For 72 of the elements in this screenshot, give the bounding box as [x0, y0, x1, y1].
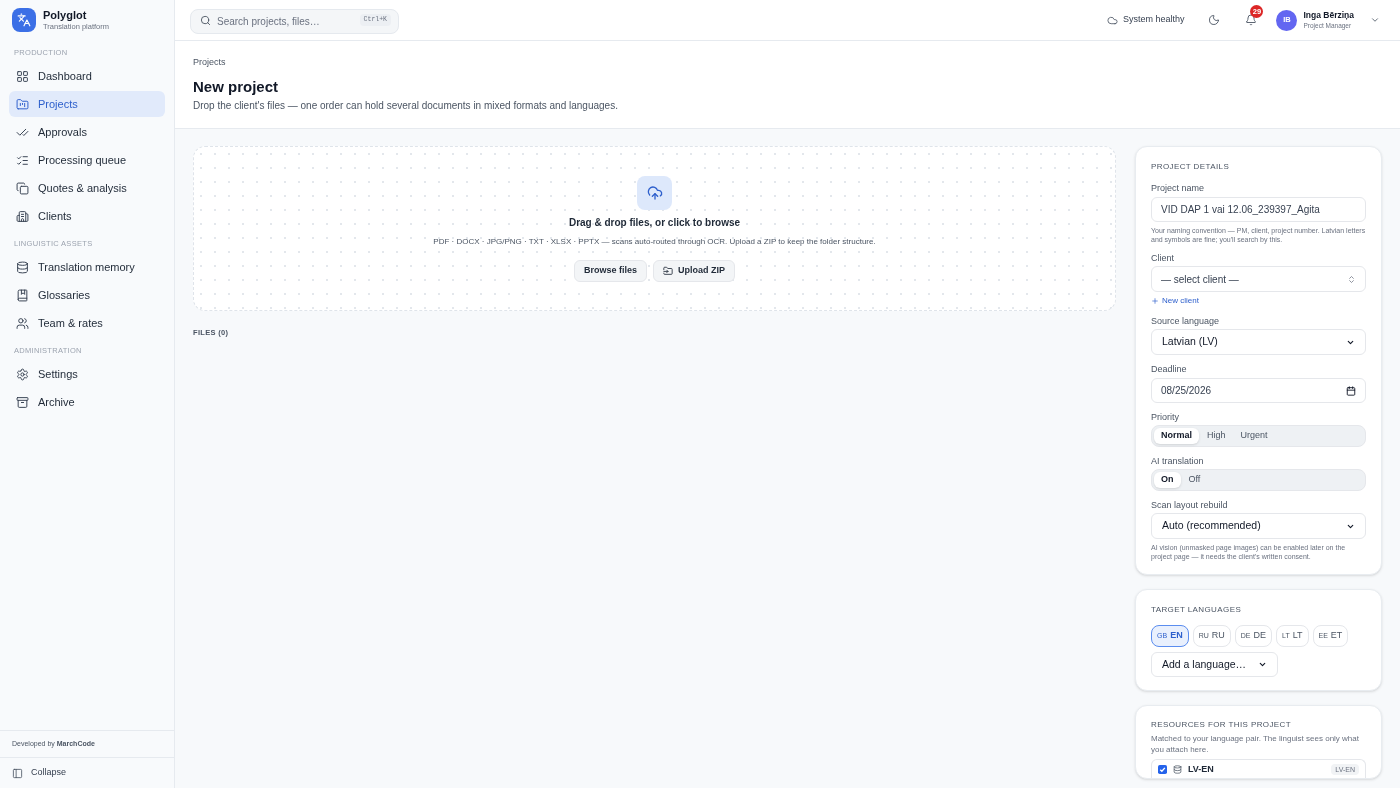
page-title: New project — [193, 77, 280, 97]
sidebar-item[interactable]: Processing queue — [9, 147, 165, 173]
dropdown-select[interactable]: Auto (recommended) — [1151, 513, 1366, 539]
breadcrumb[interactable]: Projects — [193, 56, 1382, 68]
search-icon — [200, 14, 211, 26]
building-icon — [16, 209, 29, 223]
folder-icon — [663, 266, 673, 276]
dropdown-select[interactable]: Latvian (LV) — [1151, 329, 1366, 355]
resources-description: Matched to your language pair. The linguist sees only what you attach here. — [1151, 733, 1360, 755]
grid-icon — [16, 69, 29, 83]
user-name: Inga Bērziņa — [1303, 10, 1354, 21]
sidebar-item[interactable]: Dashboard — [9, 63, 165, 89]
checklist-icon — [16, 153, 29, 167]
sidebar-item[interactable]: Settings — [9, 361, 165, 387]
client-select[interactable]: — select client — — [1151, 266, 1366, 292]
field-label: Project name — [1151, 182, 1206, 194]
database-icon — [16, 260, 29, 274]
card-heading: PROJECT DETAILS — [1151, 162, 1231, 172]
sidebar-item[interactable]: Archive — [9, 389, 165, 415]
date-input[interactable]: 08/25/2026 — [1151, 378, 1366, 403]
field-label: Deadline — [1151, 363, 1188, 375]
segment-option[interactable]: Normal — [1154, 428, 1199, 444]
up-down-chevron-icon — [1347, 274, 1356, 284]
chevron-down-icon — [1258, 660, 1268, 669]
book-icon — [16, 288, 29, 302]
browse-files-button[interactable]: Browse files — [574, 260, 647, 282]
sidebar-item[interactable]: Glossaries — [9, 282, 165, 308]
field-label: Client — [1151, 252, 1175, 264]
folder-icon — [16, 97, 29, 111]
panel-icon — [12, 767, 23, 779]
drop-zone[interactable]: Drag & drop files, or click to browse PDF · DOCX · JPG/PNG · TXT · XLSX · PPTX — scans auto-routed through OCR. Upload a ZIP to keep the folder structure. Browse files Upload ZIP — [193, 146, 1116, 311]
drop-title: Drag & drop files, or click to browse — [568, 216, 741, 230]
sidebar-item[interactable]: Translation memory — [9, 254, 165, 280]
sidebar-item[interactable]: Clients — [9, 203, 165, 229]
page-subtitle: Drop the client's files — one order can hold several documents in mixed formats and languages. — [193, 99, 619, 113]
card-heading: TARGET LANGUAGES — [1151, 605, 1243, 615]
logo-icon — [12, 8, 36, 32]
field-label: AI translation — [1151, 455, 1205, 467]
collapse-button[interactable]: Collapse — [9, 763, 70, 783]
brand-name: Polyglot — [43, 8, 88, 22]
chevron-down-icon[interactable] — [1370, 15, 1380, 25]
sidebar-item[interactable]: Team & rates — [9, 310, 165, 336]
card-heading: RESOURCES FOR THIS PROJECT — [1151, 720, 1293, 730]
field-label: Priority — [1151, 411, 1180, 423]
archive-box-icon — [16, 395, 29, 409]
segment-option[interactable]: Off — [1181, 472, 1208, 488]
system-status: System healthy — [1122, 13, 1185, 27]
stacked-squares-icon — [16, 181, 29, 195]
text-input[interactable]: VID DAP 1 vai 12.06_239397_Agita — [1151, 197, 1366, 222]
resource-label: LV-EN — [1188, 763, 1214, 775]
sidebar-item[interactable]: Quotes & analysis — [9, 175, 165, 201]
field-label: Source language — [1151, 315, 1221, 327]
segment-option[interactable]: Urgent — [1233, 428, 1275, 444]
segment-option[interactable]: On — [1154, 472, 1181, 488]
settings-icon — [16, 367, 29, 381]
cloud-icon — [1106, 14, 1118, 26]
sidebar-item[interactable]: Projects — [9, 91, 165, 117]
sidebar-item[interactable]: Approvals — [9, 119, 165, 145]
database-icon — [1173, 764, 1182, 774]
upload-icon — [637, 176, 672, 210]
moon-icon[interactable] — [1208, 14, 1221, 26]
bell-icon[interactable] — [1245, 14, 1258, 26]
checkbox[interactable] — [1158, 764, 1167, 774]
upload-zip-button[interactable]: Upload ZIP — [653, 260, 735, 282]
new-client-link[interactable]: New client — [1151, 295, 1199, 307]
calendar-icon — [1346, 385, 1356, 396]
supported-formats: PDF · DOCX · JPG/PNG · TXT · XLSX · PPTX — scans auto-routed through OCR. Upload a ZIP to keep the folder structure. — [433, 236, 876, 248]
add-language-select[interactable]: Add a language… — [1151, 652, 1279, 677]
segment-option[interactable]: High — [1200, 428, 1233, 444]
people-icon — [16, 316, 29, 330]
field-label: Scan layout rebuild — [1151, 499, 1229, 511]
plus-icon — [1151, 297, 1159, 305]
